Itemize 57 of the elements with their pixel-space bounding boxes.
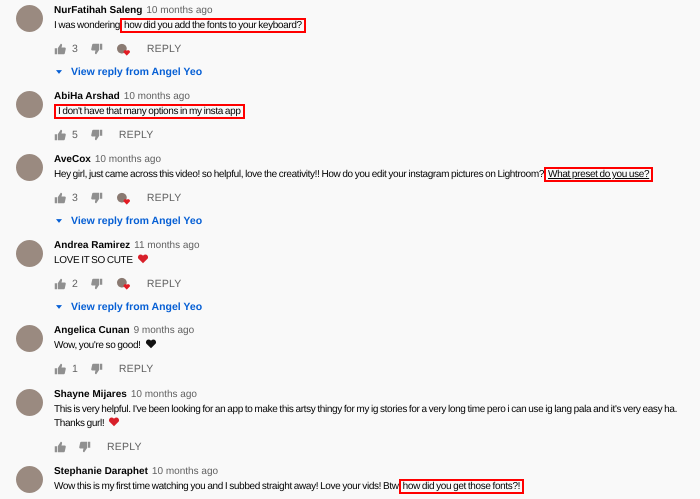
author-name[interactable]: Andrea Ramirez (54, 238, 130, 252)
view-reply-link[interactable]: View reply from Angel Yeo (56, 300, 202, 314)
thumbs-down-icon[interactable] (90, 363, 103, 375)
author-name[interactable]: NurFatihah Saleng (54, 4, 142, 17)
thumbs-down-icon[interactable] (90, 192, 103, 204)
author-name[interactable]: AbiHa Arshad (54, 90, 120, 102)
comment-time[interactable]: 11 months ago (134, 238, 200, 252)
comment-time[interactable]: 10 months ago (152, 465, 218, 478)
avatar[interactable] (16, 325, 43, 352)
author-name[interactable]: Shayne Mijares (54, 388, 127, 400)
comment-time[interactable]: 10 months ago (146, 4, 213, 17)
thumbs-down-icon[interactable] (90, 278, 103, 290)
thumbs-up-icon[interactable] (54, 128, 66, 140)
avatar[interactable] (16, 388, 43, 416)
author-name[interactable]: Stephanie Daraphet (54, 465, 148, 478)
author-name[interactable]: Angelica Cunan (54, 324, 130, 337)
thumbs-down-icon[interactable] (90, 128, 103, 140)
author-name[interactable]: AveCox (54, 153, 91, 166)
like-count: 5 (72, 128, 78, 140)
comment-text: Wow, you're so good! (54, 339, 157, 353)
comment-text: This is very helpful. I've been looking for an app to make this artsy thingy for my ig stories for a very long time pero i can use ig lang pala and it's very easy ha. Thanks gurl! (54, 402, 678, 430)
avatar[interactable] (16, 5, 43, 32)
avatar[interactable] (16, 154, 43, 181)
like-count: 3 (72, 43, 78, 55)
reply-button[interactable]: REPLY (114, 126, 158, 142)
comment-text: LOVE IT SO CUTE (54, 254, 149, 268)
thumbs-up-icon[interactable] (54, 192, 66, 204)
avatar[interactable] (16, 466, 43, 493)
thumbs-up-icon[interactable] (54, 440, 66, 452)
comment-text: Hey girl, just came across this video! so helpful, love the creativity!! How do you edit your instagram pictures on Lightroom? What preset do you use? (54, 168, 654, 182)
comment-text: Wow this is my first time watching you and I subbed straight away! Love your vids! Btw how did you get those fonts?! (54, 480, 524, 494)
comment-time[interactable]: 10 months ago (124, 90, 190, 102)
like-count: 2 (72, 278, 78, 290)
thumbs-up-icon[interactable] (54, 43, 66, 55)
caret-icon[interactable] (56, 70, 62, 74)
comment-time[interactable]: 10 months ago (94, 153, 162, 166)
thumbs-down-icon[interactable] (90, 43, 103, 55)
comment-time[interactable]: 9 months ago (134, 324, 194, 337)
view-reply-link[interactable]: View reply from Angel Yeo (56, 214, 202, 228)
avatar[interactable] (16, 90, 43, 118)
comment-time[interactable]: 10 months ago (130, 388, 197, 400)
reply-button[interactable]: REPLY (142, 41, 186, 57)
reply-button[interactable]: REPLY (142, 190, 186, 206)
like-count: 1 (72, 363, 78, 375)
comment-text: I don't have that many options in my insta app (54, 104, 245, 118)
reply-button[interactable]: REPLY (142, 276, 186, 292)
caret-icon[interactable] (56, 304, 62, 308)
thumbs-up-icon[interactable] (54, 278, 66, 290)
reply-button[interactable]: REPLY (103, 438, 146, 454)
like-count: 3 (72, 192, 78, 204)
caret-icon[interactable] (56, 219, 62, 223)
thumbs-down-icon[interactable] (79, 440, 91, 452)
view-reply-link[interactable]: View reply from Angel Yeo (56, 65, 202, 79)
thumbs-up-icon[interactable] (54, 363, 66, 375)
comment-text: I was wondering how did you add the fonts to your keyboard? (54, 19, 306, 33)
reply-button[interactable]: REPLY (114, 361, 158, 377)
avatar[interactable] (16, 240, 43, 266)
